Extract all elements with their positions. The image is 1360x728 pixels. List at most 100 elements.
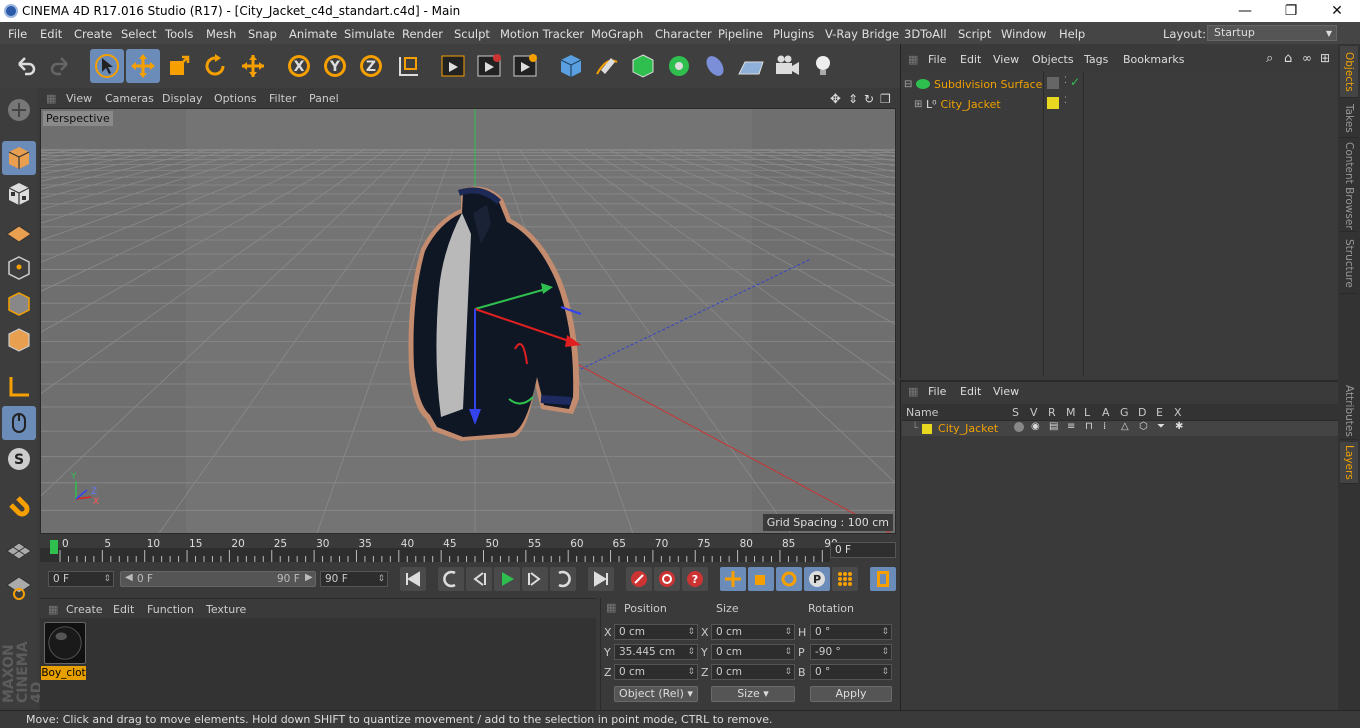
- menu-mesh[interactable]: Mesh: [206, 27, 236, 41]
- generators-icon[interactable]: △: [1121, 421, 1129, 432]
- layer-color-swatch[interactable]: [922, 423, 933, 434]
- live-selection-button[interactable]: [90, 49, 124, 83]
- current-frame-field[interactable]: 0 F: [830, 542, 896, 558]
- objects-menu-bookmarks[interactable]: Bookmarks: [1123, 53, 1184, 66]
- deformer-button[interactable]: [698, 49, 732, 83]
- move-tool-button[interactable]: [126, 49, 160, 83]
- edges-mode-button[interactable]: [2, 287, 36, 321]
- render-clapper-icon[interactable]: ▤: [1049, 421, 1058, 432]
- rotate-tool-button[interactable]: [198, 49, 232, 83]
- menu-pipeline[interactable]: Pipeline: [718, 27, 763, 41]
- menu-script[interactable]: Script: [958, 27, 991, 41]
- enabled-check-icon[interactable]: ✓: [1070, 75, 1080, 89]
- menu-mograph[interactable]: MoGraph: [591, 27, 643, 41]
- coordinate-system-button[interactable]: [392, 49, 426, 83]
- menu-create[interactable]: Create: [74, 27, 112, 41]
- axis-mode-button[interactable]: [2, 370, 36, 404]
- viewport-3d[interactable]: Y Z X Perspective Grid Spacing : 100 cm: [40, 108, 896, 534]
- undo-button[interactable]: [8, 49, 42, 83]
- apply-button[interactable]: Apply: [810, 686, 892, 702]
- minimize-button[interactable]: —: [1222, 0, 1268, 22]
- menu-motion-tracker[interactable]: Motion Tracker: [500, 27, 584, 41]
- menu-animate[interactable]: Animate: [289, 27, 337, 41]
- objects-menu-tags[interactable]: Tags: [1084, 53, 1108, 66]
- layer-col-v[interactable]: V: [1030, 406, 1038, 419]
- menu-window[interactable]: Window: [1001, 27, 1046, 41]
- frame-range-slider[interactable]: ◀ 0 F 90 F ▶: [120, 571, 316, 587]
- material-menu-texture[interactable]: Texture: [206, 603, 246, 616]
- close-button[interactable]: ✕: [1314, 0, 1360, 22]
- menu-help[interactable]: Help: [1059, 27, 1085, 41]
- material-thumbnail[interactable]: [44, 622, 86, 664]
- render-settings-button[interactable]: [508, 49, 542, 83]
- collapse-icon[interactable]: ⊟: [904, 79, 916, 90]
- layer-col-x[interactable]: X: [1174, 406, 1182, 419]
- end-frame-field[interactable]: 90 F: [320, 571, 388, 587]
- layer-name[interactable]: City_Jacket: [938, 422, 998, 435]
- lock-icon[interactable]: ⊓: [1085, 421, 1093, 432]
- viewport-maximize-icon[interactable]: ❐: [880, 92, 891, 106]
- visibility-dots-icon[interactable]: ⁚: [1064, 96, 1067, 106]
- layer-col-e[interactable]: E: [1156, 406, 1163, 419]
- viewport-rotate-icon[interactable]: ↻: [864, 92, 874, 106]
- workplane-mode-button[interactable]: [2, 213, 36, 247]
- timeline-window-button[interactable]: [870, 567, 896, 591]
- objects-menu-objects[interactable]: Objects: [1032, 53, 1074, 66]
- make-editable-button[interactable]: [2, 93, 36, 127]
- layer-col-a[interactable]: A: [1102, 406, 1110, 419]
- size-mode-dropdown[interactable]: Size ▾: [711, 686, 795, 702]
- objects-menu-file[interactable]: File: [928, 53, 946, 66]
- goto-end-button[interactable]: [588, 567, 614, 591]
- goto-start-button[interactable]: [400, 567, 426, 591]
- snap-button[interactable]: S: [2, 442, 36, 476]
- material-menu-edit[interactable]: Edit: [113, 603, 134, 616]
- play-button[interactable]: [494, 567, 520, 591]
- home-icon[interactable]: ⌂: [1284, 51, 1292, 66]
- viewport-menu-display[interactable]: Display: [162, 92, 203, 105]
- recent-tool-button[interactable]: [236, 49, 270, 83]
- layer-row-city-jacket[interactable]: └ City_Jacket ◉ ▤ ≡ ⊓ ⁞ △ ⬡ ⏷ ✱: [902, 421, 1338, 436]
- maximize-button[interactable]: ❐: [1268, 0, 1314, 22]
- material-name[interactable]: Boy_clot: [41, 666, 86, 680]
- object-row-city-jacket[interactable]: ⊞ L⁰ City_Jacket: [914, 96, 1114, 112]
- cloner-button[interactable]: [662, 49, 696, 83]
- menu-plugins[interactable]: Plugins: [773, 27, 814, 41]
- deformers-icon[interactable]: ⬡: [1139, 421, 1148, 432]
- viewport-move-icon[interactable]: ✥: [830, 92, 841, 107]
- key-scale-button[interactable]: [748, 567, 774, 591]
- timeline-ruler[interactable]: 051015202530354045505560657075808590: [40, 536, 896, 564]
- key-pla-button[interactable]: [832, 567, 858, 591]
- previous-key-button[interactable]: [438, 567, 464, 591]
- expand-icon[interactable]: ⊞: [914, 99, 926, 110]
- objects-menu-edit[interactable]: Edit: [960, 53, 981, 66]
- menu-character[interactable]: Character: [655, 27, 712, 41]
- redo-button[interactable]: [44, 49, 78, 83]
- viewport-menu-view[interactable]: View: [66, 92, 92, 105]
- subdivision-surface-button[interactable]: [626, 49, 660, 83]
- tweak-mode-button[interactable]: [2, 406, 36, 440]
- menu-select[interactable]: Select: [121, 27, 156, 41]
- rot-h-field[interactable]: 0 °: [810, 624, 892, 640]
- link-icon[interactable]: ∞: [1302, 51, 1312, 65]
- manager-icon[interactable]: ≡: [1067, 421, 1075, 432]
- viewport-menu-options[interactable]: Options: [214, 92, 256, 105]
- menu-3dtoall[interactable]: 3DToAll: [904, 27, 947, 41]
- menu-vray-bridge[interactable]: V-Ray Bridge: [825, 27, 899, 41]
- coordinate-mode-dropdown[interactable]: Object (Rel) ▾: [614, 686, 698, 702]
- pos-y-field[interactable]: 35.445 cm: [614, 644, 698, 660]
- polygons-mode-button[interactable]: [2, 323, 36, 357]
- workplane-snap-button[interactable]: [2, 570, 36, 604]
- layers-menu-edit[interactable]: Edit: [960, 385, 981, 398]
- new-panel-icon[interactable]: ⊞: [1320, 51, 1330, 65]
- pen-spline-button[interactable]: [590, 49, 624, 83]
- key-rotation-button[interactable]: [776, 567, 802, 591]
- animation-icon[interactable]: ⁞: [1103, 421, 1106, 432]
- object-row-subdivision-surface[interactable]: ⊟ Subdivision Surface: [904, 76, 1144, 92]
- next-key-button[interactable]: [550, 567, 576, 591]
- keyframe-selection-button[interactable]: ?: [682, 567, 708, 591]
- magnet-button[interactable]: [2, 488, 36, 522]
- pos-z-field[interactable]: 0 cm: [614, 664, 698, 680]
- layers-menu-file[interactable]: File: [928, 385, 946, 398]
- viewport-menu-cameras[interactable]: Cameras: [105, 92, 154, 105]
- tab-layers[interactable]: Layers: [1340, 442, 1358, 484]
